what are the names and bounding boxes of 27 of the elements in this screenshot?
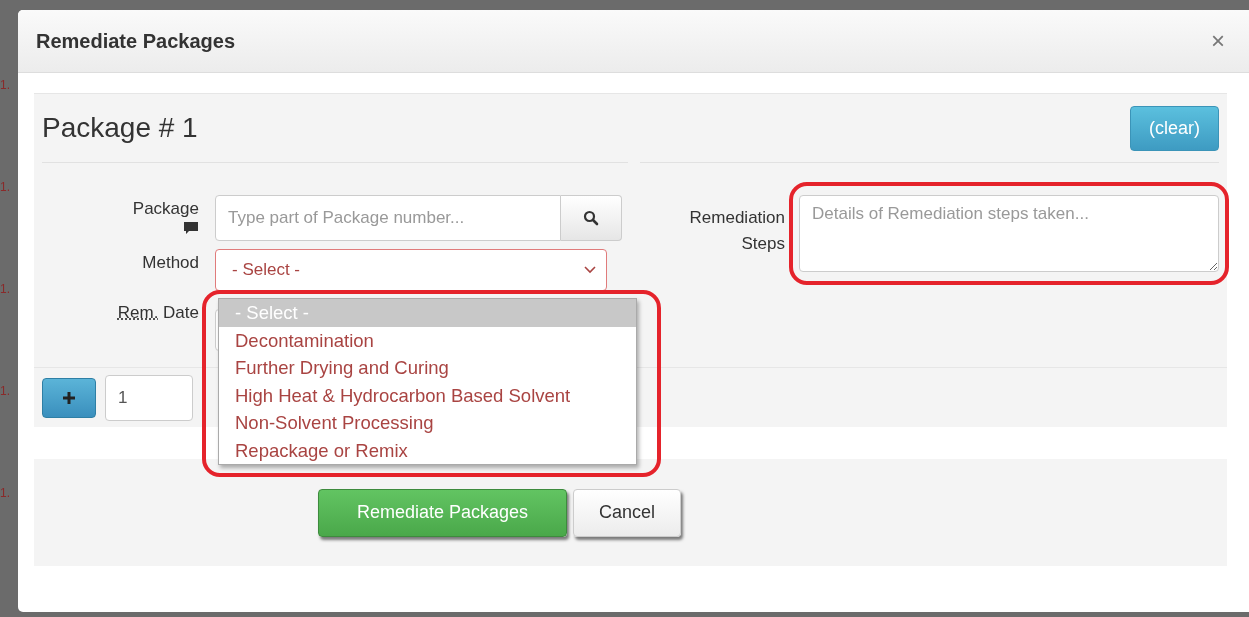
- method-select[interactable]: - Select -: [215, 249, 607, 291]
- field-label: Rem. Date: [117, 303, 199, 323]
- list-marker: 1.: [0, 180, 11, 194]
- list-marker: 1.: [0, 78, 11, 92]
- dropdown-option[interactable]: Further Drying and Curing: [219, 354, 636, 382]
- field-label: Method: [142, 253, 199, 273]
- dropdown-option[interactable]: Repackage or Remix: [219, 436, 636, 464]
- caret-icon: [584, 266, 596, 274]
- list-marker: 1.: [0, 384, 11, 398]
- field-label: Remediation Steps: [688, 207, 785, 255]
- count-field[interactable]: 1: [105, 374, 193, 421]
- dropdown-option[interactable]: Non-Solvent Processing: [219, 409, 636, 437]
- package-search-field[interactable]: Type part of Package number...: [215, 195, 561, 241]
- dropdown-option[interactable]: Decontamination: [219, 326, 636, 354]
- list-marker: 1.: [0, 282, 11, 296]
- window-title: Remediate Packages: [36, 29, 235, 53]
- field-label: Package: [132, 199, 199, 219]
- remediation-steps-field[interactable]: Details of Remediation steps taken...: [799, 195, 1219, 272]
- close-button[interactable]: ×: [1205, 29, 1231, 53]
- add-button[interactable]: [42, 377, 96, 418]
- search-icon: [583, 210, 599, 226]
- package-heading: Package # 1: [42, 112, 198, 144]
- list-marker: 1.: [0, 486, 11, 500]
- dropdown-option[interactable]: High Heat & Hydrocarbon Based Solvent: [219, 381, 636, 409]
- search-button[interactable]: [561, 195, 622, 241]
- plus-icon: [62, 390, 76, 405]
- cancel-button[interactable]: Cancel: [573, 488, 681, 537]
